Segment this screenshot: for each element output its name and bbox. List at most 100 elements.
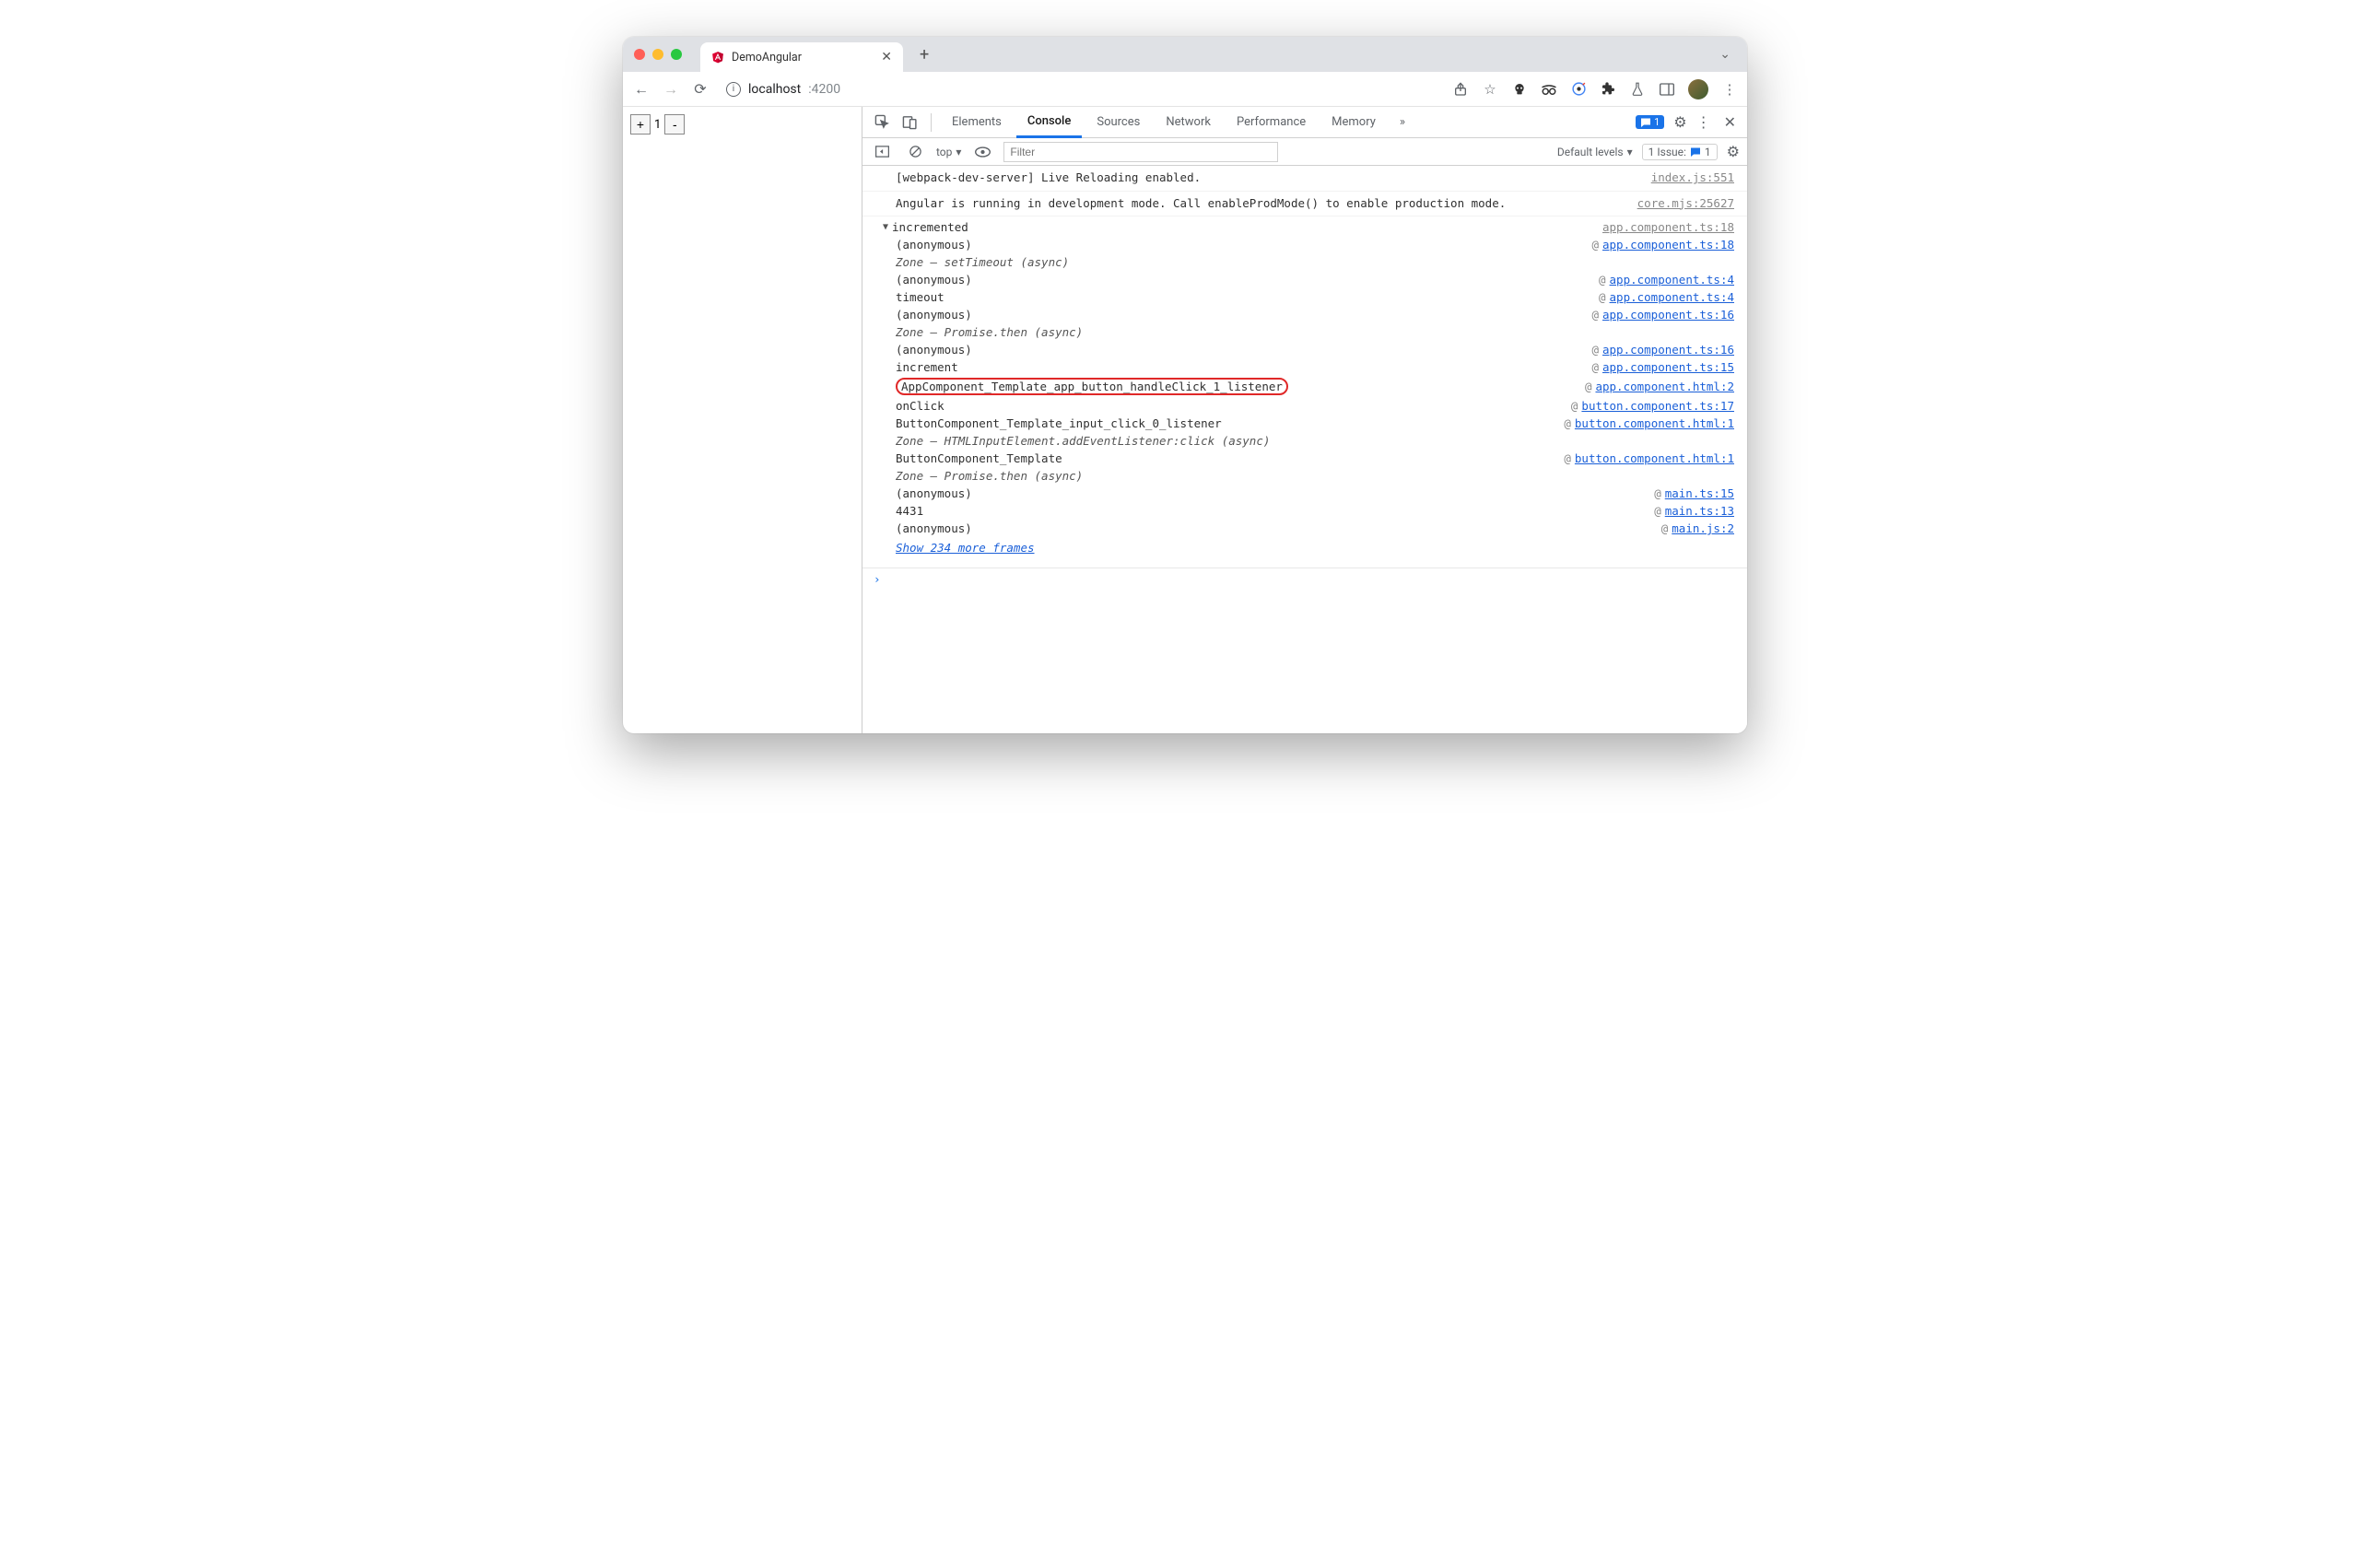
tab-console[interactable]: Console xyxy=(1016,107,1082,138)
incognito-icon[interactable] xyxy=(1541,81,1557,98)
address-field[interactable]: i localhost :4200 xyxy=(726,82,840,97)
angular-icon xyxy=(711,51,724,64)
at-separator: @ xyxy=(1599,290,1606,304)
source-link[interactable]: main.ts:13 xyxy=(1665,504,1734,518)
settings-icon[interactable]: ⚙ xyxy=(1673,113,1686,131)
messages-badge[interactable]: 1 xyxy=(1636,115,1664,129)
source-link[interactable]: button.component.html:1 xyxy=(1575,451,1734,465)
source-link[interactable]: app.component.ts:4 xyxy=(1610,290,1734,304)
browser-tab[interactable]: DemoAngular ✕ xyxy=(700,42,903,72)
source-link[interactable]: app.component.html:2 xyxy=(1595,380,1734,393)
frame-function: onClick xyxy=(896,399,944,413)
console-prompt[interactable]: › xyxy=(862,568,1747,590)
frame-function: (anonymous) xyxy=(896,238,972,252)
at-separator: @ xyxy=(1654,486,1661,500)
tab-close-button[interactable]: ✕ xyxy=(881,50,892,64)
back-button[interactable]: ← xyxy=(632,80,651,99)
tab-performance[interactable]: Performance xyxy=(1226,107,1317,138)
stack-frame: ButtonComponent_Template_input_click_0_l… xyxy=(896,415,1734,432)
site-info-icon[interactable]: i xyxy=(726,82,741,97)
at-separator: @ xyxy=(1591,308,1599,322)
decrement-button[interactable]: - xyxy=(664,114,685,135)
device-toolbar-icon[interactable] xyxy=(898,111,921,135)
forward-button[interactable]: → xyxy=(662,80,680,99)
source-link[interactable]: app.component.ts:15 xyxy=(1602,360,1734,374)
side-panel-icon[interactable] xyxy=(1659,81,1675,98)
at-separator: @ xyxy=(1591,238,1599,252)
source-link[interactable]: button.component.html:1 xyxy=(1575,416,1734,430)
devtools-tabs: Elements Console Sources Network Perform… xyxy=(862,107,1747,138)
console-output: [webpack-dev-server] Live Reloading enab… xyxy=(862,166,1747,733)
url-host: localhost xyxy=(748,82,801,97)
content-area: + 1 - Elements Console Sources Network P xyxy=(623,107,1747,733)
frame-function: increment xyxy=(896,360,958,374)
source-link[interactable]: app.component.ts:16 xyxy=(1602,343,1734,357)
clear-console-icon[interactable] xyxy=(903,140,927,164)
bookmark-icon[interactable]: ☆ xyxy=(1482,81,1498,98)
stack-frame: Zone — Promise.then (async) xyxy=(896,467,1734,485)
show-more-frames-link[interactable]: Show 234 more frames xyxy=(896,537,1734,562)
stack-frame: Zone — Promise.then (async) xyxy=(896,323,1734,341)
share-icon[interactable] xyxy=(1452,81,1469,98)
stack-group-header[interactable]: ▼ incremented app.component.ts:18 xyxy=(862,216,1747,236)
at-separator: @ xyxy=(1564,451,1571,465)
source-link[interactable]: app.component.ts:16 xyxy=(1602,308,1734,322)
source-link[interactable]: button.component.ts:17 xyxy=(1581,399,1734,413)
frame-function: 4431 xyxy=(896,504,923,518)
frame-function: ButtonComponent_Template xyxy=(896,451,1062,465)
source-link[interactable]: app.component.ts:4 xyxy=(1610,273,1734,287)
extension-eye-icon[interactable] xyxy=(1570,81,1587,98)
devtools-menu-icon[interactable]: ⋮ xyxy=(1696,113,1711,131)
at-separator: @ xyxy=(1564,416,1571,430)
at-separator: @ xyxy=(1591,360,1599,374)
stack-frame: onClick@button.component.ts:17 xyxy=(896,397,1734,415)
inspect-element-icon[interactable] xyxy=(870,111,894,135)
close-window-button[interactable] xyxy=(634,49,645,60)
source-link[interactable]: main.js:2 xyxy=(1672,521,1734,535)
labs-icon[interactable] xyxy=(1629,81,1646,98)
minimize-window-button[interactable] xyxy=(652,49,663,60)
console-sidebar-toggle-icon[interactable] xyxy=(870,140,894,164)
window-controls xyxy=(634,49,682,60)
extensions-icon[interactable] xyxy=(1600,81,1616,98)
console-toolbar: top▾ Default levels▾ 1 Issue: 1 ⚙ xyxy=(862,138,1747,166)
increment-button[interactable]: + xyxy=(630,114,651,135)
frame-function: timeout xyxy=(896,290,944,304)
log-row: Angular is running in development mode. … xyxy=(862,192,1747,217)
counter-widget: + 1 - xyxy=(630,114,854,135)
source-link[interactable]: app.component.ts:18 xyxy=(1602,220,1734,234)
source-link[interactable]: core.mjs:25627 xyxy=(1637,194,1734,214)
frame-function: (anonymous) xyxy=(896,486,972,500)
stack-frame: (anonymous)@app.component.ts:4 xyxy=(896,271,1734,288)
url-port: :4200 xyxy=(808,82,840,97)
source-link[interactable]: main.ts:15 xyxy=(1665,486,1734,500)
maximize-window-button[interactable] xyxy=(671,49,682,60)
reload-button[interactable]: ⟳ xyxy=(691,80,710,98)
log-levels-selector[interactable]: Default levels▾ xyxy=(1557,146,1633,158)
tab-network[interactable]: Network xyxy=(1155,107,1222,138)
more-tabs-icon[interactable]: » xyxy=(1390,111,1414,135)
issues-button[interactable]: 1 Issue: 1 xyxy=(1642,144,1718,160)
source-link[interactable]: index.js:551 xyxy=(1651,169,1734,188)
disclosure-triangle-icon[interactable]: ▼ xyxy=(883,222,888,232)
stack-frame: (anonymous)@app.component.ts:16 xyxy=(896,306,1734,323)
browser-window: DemoAngular ✕ + ⌄ ← → ⟳ i localhost :4200… xyxy=(623,37,1747,733)
browser-menu-icon[interactable]: ⋮ xyxy=(1721,81,1738,98)
tab-sources[interactable]: Sources xyxy=(1085,107,1151,138)
new-tab-button[interactable]: + xyxy=(920,45,929,64)
live-expression-icon[interactable] xyxy=(970,140,994,164)
tab-elements[interactable]: Elements xyxy=(941,107,1013,138)
tabs-dropdown-button[interactable]: ⌄ xyxy=(1714,47,1736,62)
filter-input[interactable] xyxy=(1003,142,1277,162)
source-link[interactable]: app.component.ts:18 xyxy=(1602,238,1734,252)
frame-function: Zone — Promise.then (async) xyxy=(896,325,1083,339)
stack-frame: AppComponent_Template_app_button_handleC… xyxy=(896,376,1734,397)
profile-avatar[interactable] xyxy=(1688,79,1708,99)
frame-function: AppComponent_Template_app_button_handleC… xyxy=(896,378,1288,395)
extension-skull-icon[interactable] xyxy=(1511,81,1528,98)
tab-title: DemoAngular xyxy=(732,51,802,64)
console-settings-icon[interactable]: ⚙ xyxy=(1727,143,1740,160)
devtools-close-icon[interactable]: ✕ xyxy=(1720,113,1740,131)
context-selector[interactable]: top▾ xyxy=(936,146,961,158)
tab-memory[interactable]: Memory xyxy=(1320,107,1387,138)
